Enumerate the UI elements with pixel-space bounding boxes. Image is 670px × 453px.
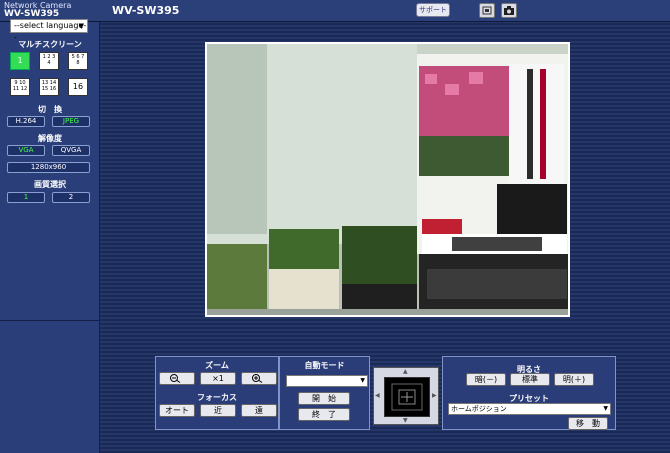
focus-auto-button[interactable]: オート (159, 404, 195, 417)
h264-button[interactable]: H.264 (7, 116, 45, 127)
multiscreen-5-8-label: 5 6 7 8 (70, 54, 86, 68)
vga-button[interactable]: VGA (7, 145, 45, 156)
brand: Network Camera WV-SW395 (4, 1, 71, 19)
auto-mode-panel: 自動モード ▼ 開 始 終 了 (279, 356, 370, 430)
multiscreen-16-label: 16 (70, 80, 86, 94)
ptz-left-icon[interactable]: ◀ (375, 392, 380, 399)
preset-move-button[interactable]: 移 動 (568, 417, 608, 430)
focus-title: フォーカス (197, 393, 237, 402)
resolution-title: 解像度 (38, 134, 62, 143)
switch-title: 切 換 (38, 105, 62, 114)
multiscreen-9-12-label: 9 10 11 12 (12, 80, 28, 94)
auto-mode-select[interactable]: ▼ (286, 375, 368, 387)
camera-image (207, 44, 568, 315)
zoom-x1-button[interactable]: ×1 (200, 372, 236, 385)
multiscreen-16-button[interactable]: 16 (68, 78, 88, 96)
quality-1-button[interactable]: 1 (7, 192, 45, 203)
brightness-standard-button[interactable]: 標準 (510, 373, 550, 386)
quality-title: 画質選択 (34, 180, 66, 189)
auto-mode-start-button[interactable]: 開 始 (298, 392, 350, 405)
multiscreen-1-4-button[interactable]: 1 2 3 4 (39, 52, 59, 70)
multiscreen-9-12-button[interactable]: 9 10 11 12 (10, 78, 30, 96)
ptz-target-icon (391, 383, 423, 411)
brightness-preset-panel: 明るさ 暗(－) 標準 明(＋) プリセット ホームポジション ▼ 移 動 (442, 356, 616, 430)
zoom-out-icon (170, 374, 181, 383)
preset-select[interactable]: ホームポジション ▼ (448, 403, 611, 415)
chevron-down-icon: ▼ (360, 377, 365, 384)
brand-line2: WV-SW395 (4, 9, 60, 19)
ptz-pad[interactable] (384, 377, 430, 417)
auto-mode-title: 自動モード (304, 361, 345, 370)
zoom-title: ズーム (205, 361, 229, 370)
focus-near-button[interactable]: 近 (200, 404, 236, 417)
top-bar: Network Camera WV-SW395 WV-SW395 サポート (0, 0, 670, 22)
zoom-focus-panel: ズーム ×1 フォーカス オート 近 遠 (155, 356, 279, 430)
chevron-down-icon: ▼ (78, 22, 84, 30)
camera-video-view[interactable] (205, 42, 570, 317)
multiscreen-13-16-label: 13 14 15 16 (41, 80, 57, 94)
multiscreen-13-16-button[interactable]: 13 14 15 16 (39, 78, 59, 96)
zoom-in-button[interactable] (241, 372, 277, 385)
multiscreen-5-8-button[interactable]: 5 6 7 8 (68, 52, 88, 70)
sidebar: --select language-- ▼ マルチスクリーン 1 1 2 3 4… (0, 19, 100, 453)
chevron-down-icon: ▼ (603, 405, 608, 412)
quality-2-button[interactable]: 2 (52, 192, 90, 203)
resolution-1280x960-button[interactable]: 1280x960 (7, 162, 90, 173)
brightness-darker-button[interactable]: 暗(－) (466, 373, 506, 386)
focus-far-button[interactable]: 遠 (241, 404, 277, 417)
multiscreen-1-4-label: 1 2 3 4 (41, 54, 57, 68)
jpeg-button[interactable]: JPEG (52, 116, 90, 127)
zoom-in-icon (252, 374, 263, 383)
brightness-brighter-button[interactable]: 明(＋) (554, 373, 594, 386)
qvga-button[interactable]: QVGA (52, 145, 90, 156)
zoom-out-button[interactable] (159, 372, 195, 385)
multiscreen-1-label: 1 (12, 54, 28, 68)
multiscreen-1-button[interactable]: 1 (10, 52, 30, 70)
sidebar-divider (0, 320, 100, 321)
ptz-right-icon[interactable]: ▶ (432, 392, 437, 399)
ptz-control-pad[interactable]: ▲ ▼ ◀ ▶ (373, 367, 439, 425)
multiscreen-title: マルチスクリーン (18, 40, 82, 49)
snapshot-icon[interactable] (501, 3, 517, 18)
preset-select-value: ホームポジション (451, 405, 507, 413)
language-select[interactable]: --select language-- ▼ (10, 19, 88, 42)
fullscreen-icon[interactable] (479, 3, 495, 18)
auto-mode-end-button[interactable]: 終 了 (298, 408, 350, 421)
support-button[interactable]: サポート (416, 3, 450, 17)
ptz-down-icon[interactable]: ▼ (403, 417, 408, 424)
page-title: WV-SW395 (112, 4, 180, 17)
ptz-up-icon[interactable]: ▲ (403, 368, 408, 375)
